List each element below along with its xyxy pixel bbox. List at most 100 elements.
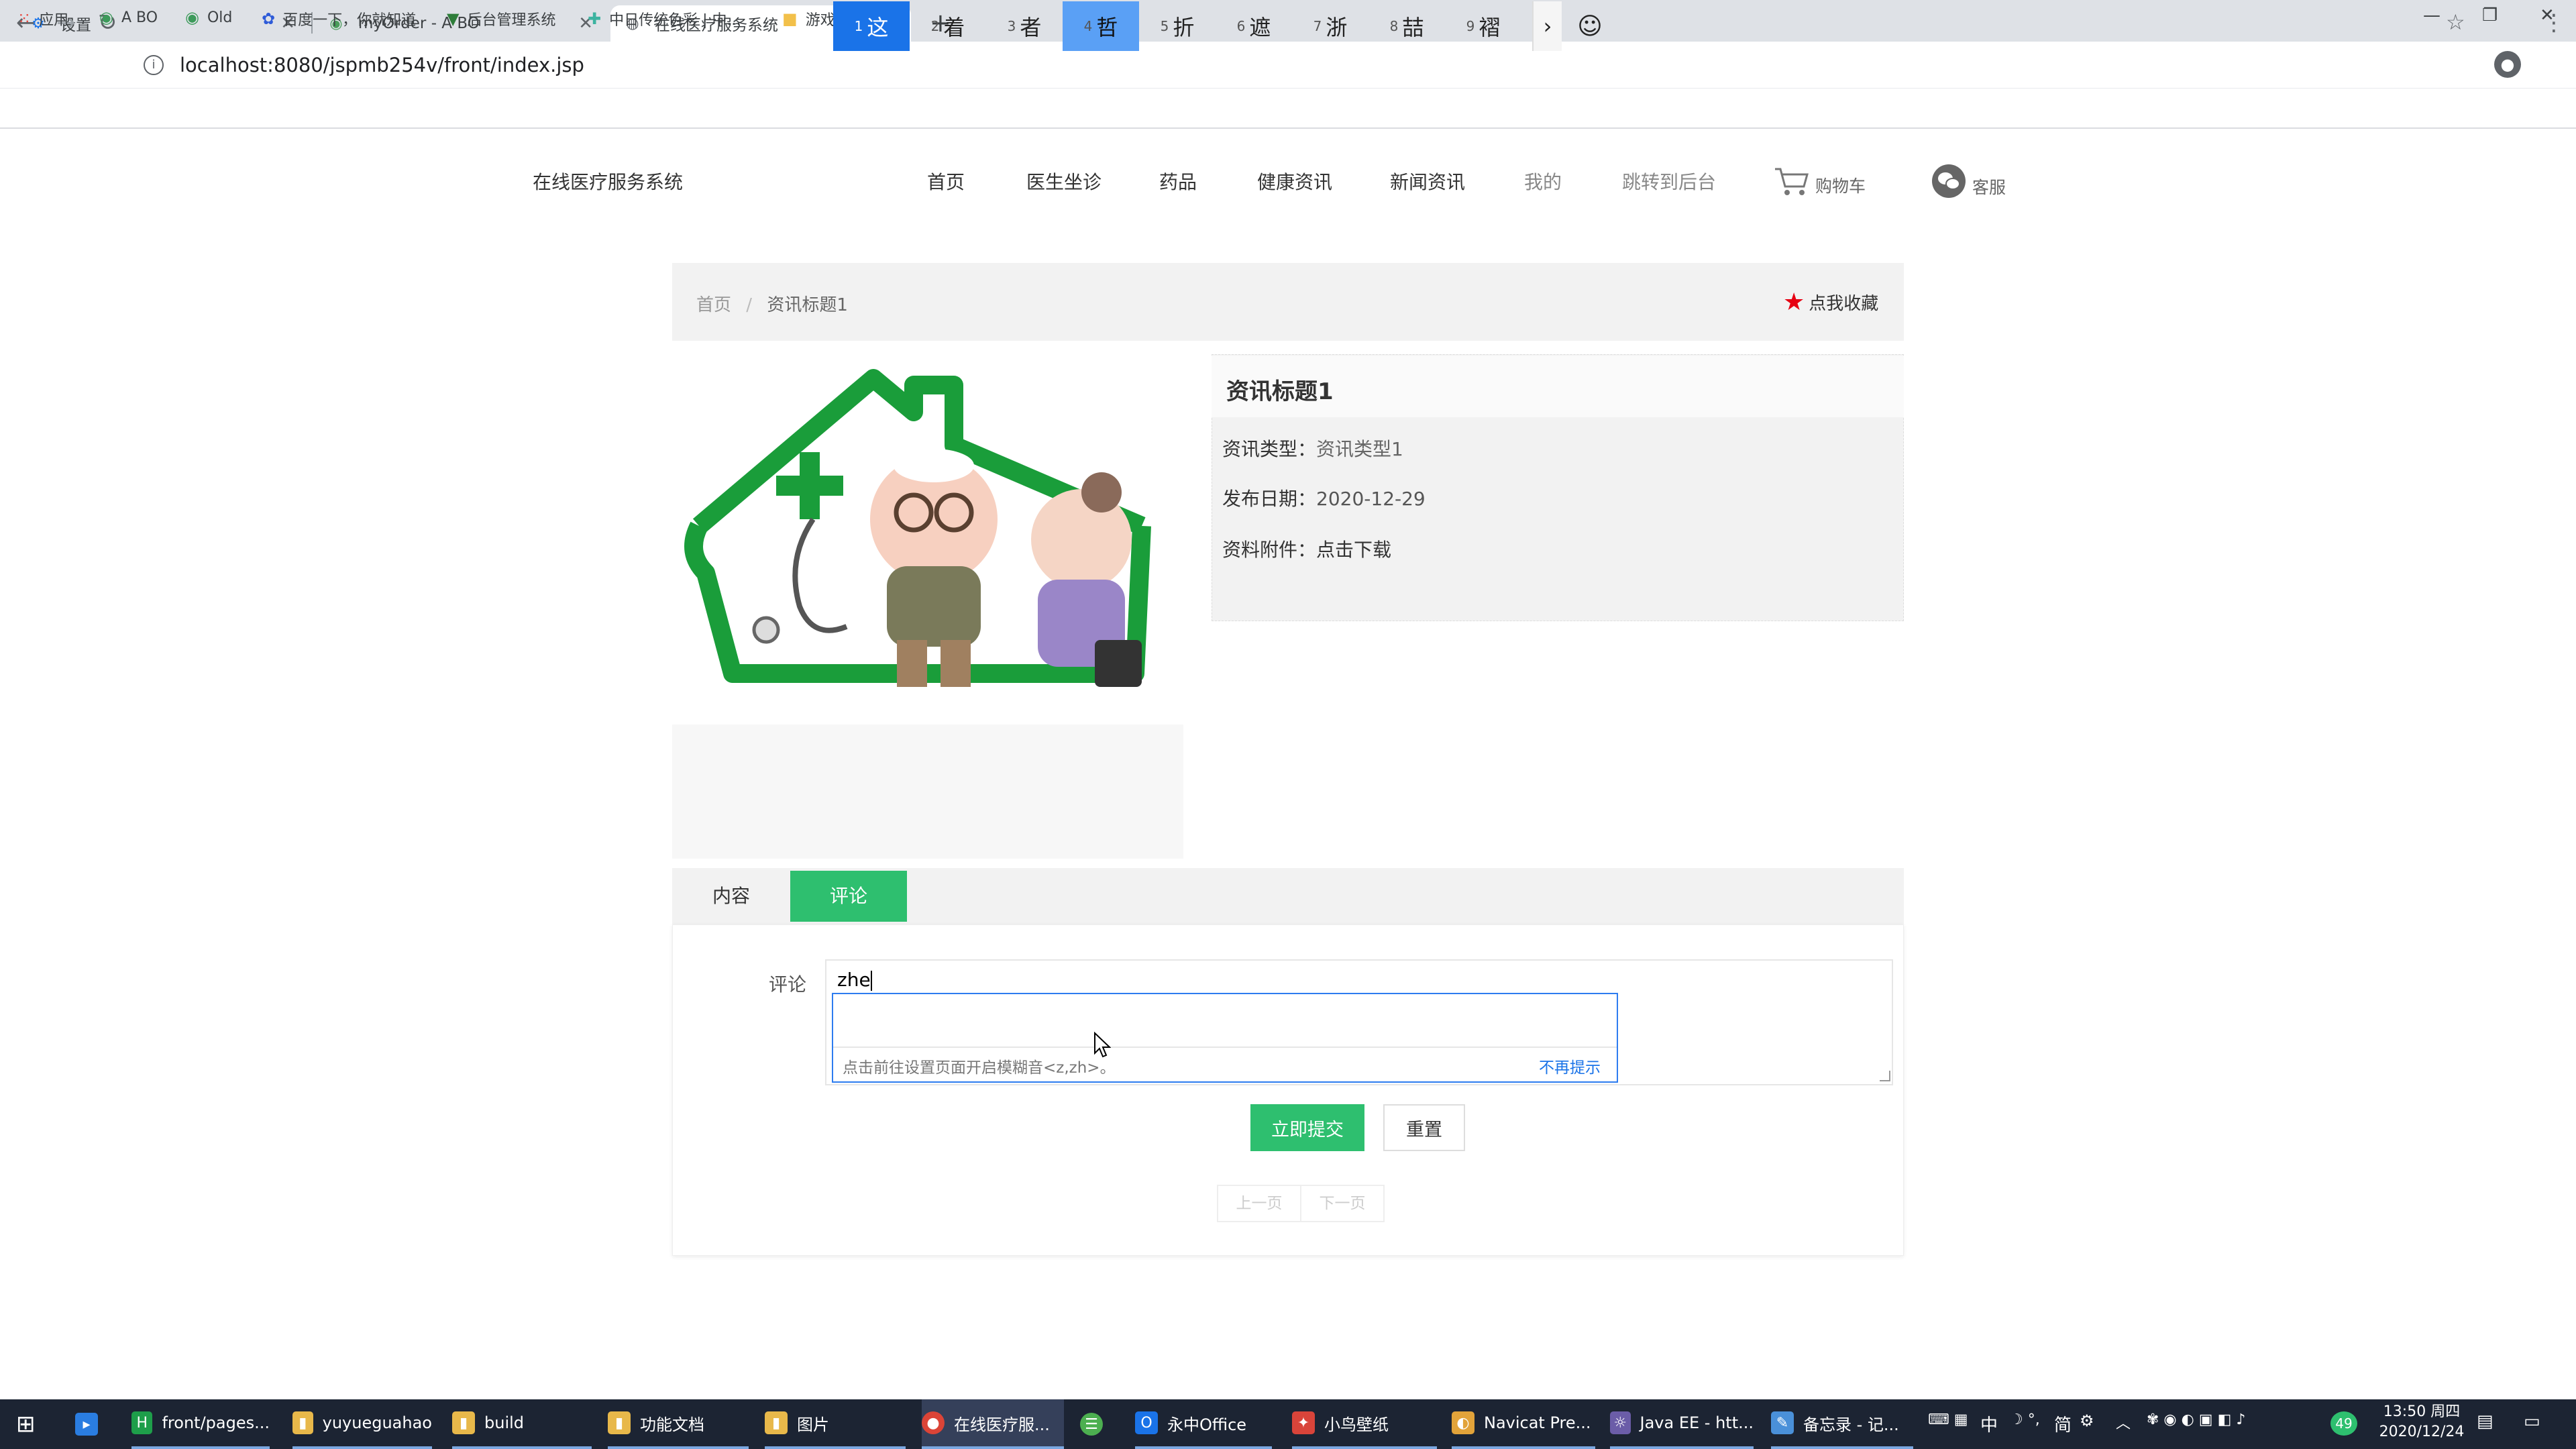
ime-hint[interactable]: 点击前往设置页面开启模糊音<z,zh>。 [843,1055,1116,1077]
app-icon: ✦ [1292,1411,1315,1434]
ime-candidate-2[interactable]: 2着 [910,1,986,51]
taskbar-item-11[interactable]: ✎ 备忘录 - 记... [1771,1399,1913,1449]
comment-label: 评论 [769,973,807,996]
ime-punct-icon[interactable]: ☽ °, [2010,1411,2040,1428]
folder-icon: ▮ [608,1411,631,1434]
candidate-char: 哲 [1096,15,1118,40]
nav-news[interactable]: 新闻资讯 [1390,168,1465,195]
bookmark-label: 中日传统色彩 | 中... [609,12,741,29]
bookmark-baidu[interactable]: ✿ 百度一下，你就知道 [262,8,416,30]
bookmark-apps[interactable]: ⁙ 应用 [17,8,68,30]
site-info-icon[interactable]: i [144,55,164,75]
restore-icon[interactable]: ❐ [2482,5,2498,25]
bookmarks-bar [0,89,2576,129]
taskbar-item-7[interactable]: O 永中Office [1135,1399,1272,1449]
breadcrumb: 首页 / 资讯标题1 [696,291,848,316]
cart-link[interactable]: 购物车 [1774,165,1866,197]
bookmark-label: 游戏 [805,12,835,29]
candidate-char: 遮 [1249,15,1271,40]
bookmark-star-icon[interactable]: ☆ [2446,9,2465,35]
breadcrumb-bar [672,263,1904,341]
ime-candidate-3[interactable]: 3者 [986,1,1063,51]
tray-overflow-icon[interactable]: ︿ [2116,1411,2131,1433]
submit-button[interactable]: 立即提交 [1250,1104,1364,1151]
profile-avatar-icon[interactable]: ● [2494,51,2521,78]
prev-page-button[interactable]: 上一页 [1217,1185,1301,1222]
nav-health-info[interactable]: 健康资讯 [1257,168,1332,195]
ime-candidate-5[interactable]: 5折 [1139,1,1216,51]
taskbar-item-10[interactable]: ☼ Java EE - htt... [1610,1399,1754,1449]
taskbar-item-6[interactable]: ● 在线医疗服... [922,1399,1064,1449]
taskbar-item-4[interactable]: ▮ 功能文档 [608,1399,749,1449]
breadcrumb-separator: / [746,295,753,315]
article-type-row: 资讯类型：资讯类型1 [1222,435,1403,462]
taskbar-item-3[interactable]: ▮ build [452,1399,592,1449]
app-icon: ☼ [1610,1411,1631,1434]
app-icon: ◐ [1452,1411,1474,1434]
bookmark-abo[interactable]: ◉ A BO [99,8,158,27]
tab-comment[interactable]: 评论 [790,871,907,922]
nav-mine[interactable]: 我的 [1524,168,1562,195]
taskbar-label: 小鸟壁纸 [1324,1415,1389,1434]
candidate-number: 3 [1007,18,1016,34]
bookmark-colors[interactable]: ✚ 中日传统色彩 | 中... [588,8,741,30]
nav-medicine[interactable]: 药品 [1159,168,1197,195]
download-link[interactable]: 点击下载 [1316,539,1391,561]
taskbar-item-8[interactable]: ✦ 小鸟壁纸 [1292,1399,1437,1449]
ime-lang-indicator[interactable]: 简 [2054,1411,2072,1436]
customer-service-link[interactable]: 客服 [1931,164,2006,199]
comment-text: zhe [837,969,871,991]
candidate-number: 8 [1389,18,1399,34]
bookmark-label: 应用 [39,12,69,29]
clock[interactable]: 13:50 周四 2020/12/24 [2368,1402,2475,1442]
tray-badge[interactable]: 49 [2330,1411,2357,1436]
ime-candidate-9[interactable]: 9褶 [1445,1,1521,51]
ime-emoji-icon[interactable]: ☺ [1563,1,1617,51]
ime-dismiss-link[interactable]: 不再提示 [1539,1055,1601,1077]
folder-icon: ■ [782,9,798,28]
nav-admin[interactable]: 跳转到后台 [1622,168,1716,195]
taskbar-item-1[interactable]: Hfront/pages... [131,1399,270,1449]
kebab-menu-icon[interactable]: ⋮ [2542,9,2565,36]
taskbar-item-9[interactable]: ◐ Navicat Pre... [1452,1399,1595,1449]
ime-next-page-icon[interactable]: › [1532,1,1562,51]
apps-grid-icon: ⁙ [17,9,32,28]
reset-button[interactable]: 重置 [1383,1104,1465,1151]
ime-mode-indicator[interactable]: 中 [1980,1411,1998,1436]
app-icon: H [131,1411,153,1434]
bookmark-icon: ◉ [99,8,113,27]
notification-icon[interactable]: ▤ [2477,1411,2493,1432]
favorite-button[interactable]: ★ 点我收藏 [1783,288,1878,316]
action-center-icon[interactable]: ▭ [2524,1411,2540,1432]
app-icon: ✎ [1771,1411,1794,1434]
taskbar-item-2[interactable]: ▮ yuyueguahao [292,1399,432,1449]
windows-start-icon[interactable]: ⊞ [16,1399,36,1449]
bookmark-old[interactable]: ◉ Old [185,8,232,27]
bookmark-admin[interactable]: ▼ 后台管理系统 [447,8,555,30]
taskbar-item-5[interactable]: ▮ 图片 [765,1399,906,1449]
tray-apps-icon[interactable]: ✾ ◉ ◐ ▣ ◧ ♪ [2147,1411,2245,1428]
nav-home[interactable]: 首页 [927,168,965,195]
bookmark-games[interactable]: ■ 游戏 [782,8,835,30]
ime-candidate-7[interactable]: 7浙 [1292,1,1368,51]
breadcrumb-home[interactable]: 首页 [696,295,731,315]
minimize-icon[interactable]: — [2423,5,2440,25]
ime-candidate-8[interactable]: 8喆 [1368,1,1445,51]
nav-doctors[interactable]: 医生坐诊 [1026,168,1102,195]
ime-settings-icon[interactable]: ⚙ [2080,1411,2094,1430]
pinned-app-icon[interactable]: ▸ [75,1399,107,1449]
elderly-care-illustration [684,369,1151,687]
folder-icon: ▮ [452,1411,475,1434]
tab-content[interactable]: 内容 [672,869,790,923]
next-page-button[interactable]: 下一页 [1300,1185,1385,1222]
tray-icons-left[interactable]: ⌨ ▦ [1928,1411,1968,1428]
pinned-app-icon[interactable]: ☰ [1080,1399,1112,1449]
resize-handle[interactable] [1880,1071,1890,1081]
ime-candidate-6[interactable]: 6遮 [1216,1,1292,51]
article-title: 资讯标题1 [1226,378,1334,405]
address-bar[interactable]: i localhost:8080/jspmb254v/front/index.j… [144,48,2424,82]
site-brand[interactable]: 在线医疗服务系统 [533,168,683,195]
ime-candidate-4[interactable]: 4哲 [1063,1,1139,51]
candidate-char: 这 [867,15,889,40]
ime-candidate-1[interactable]: 1这 [833,1,910,51]
